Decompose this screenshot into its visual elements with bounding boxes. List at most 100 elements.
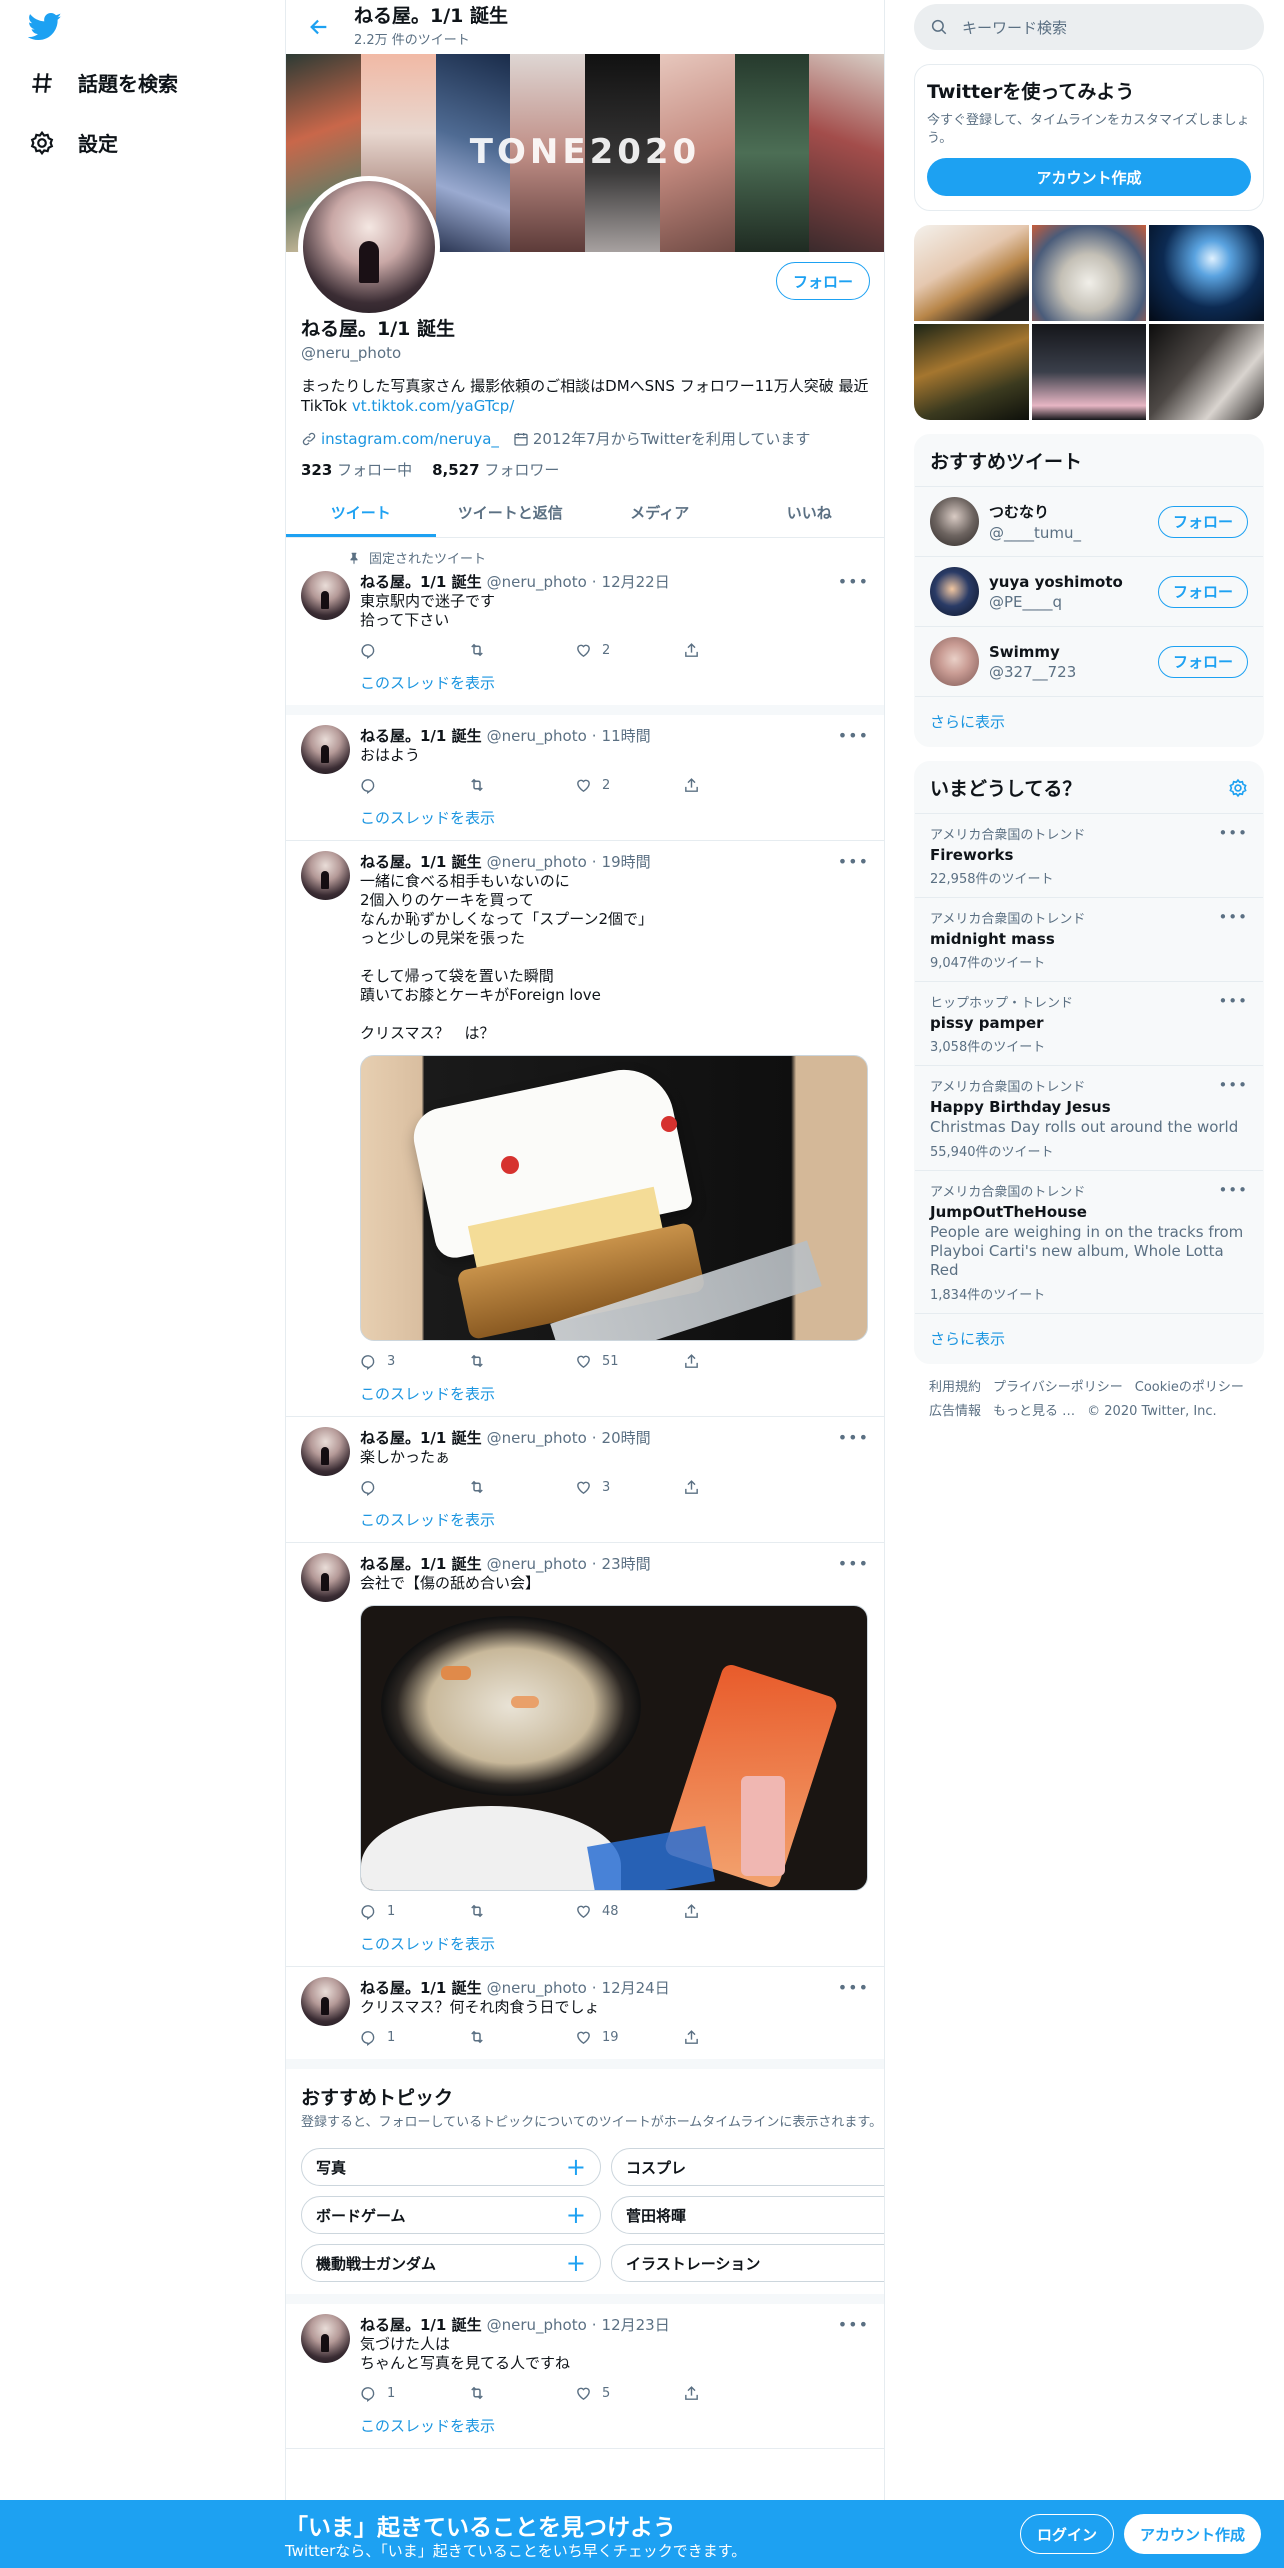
tweet-time[interactable]: 23時間 xyxy=(602,1553,651,1574)
more-icon[interactable]: ••• xyxy=(1218,1181,1248,1199)
avatar[interactable] xyxy=(930,497,979,546)
tweet-photo-hotpot[interactable] xyxy=(360,1605,868,1891)
retweet-button[interactable] xyxy=(468,2028,576,2046)
follow-button[interactable]: フォロー xyxy=(775,262,870,300)
more-icon[interactable]: ••• xyxy=(1218,908,1248,926)
tweet-item[interactable]: ねる屋。1/1 誕生 @neru_photo · 11時間 ••• おはよう 2 このス… xyxy=(286,715,884,841)
footer-more[interactable]: もっと見る … xyxy=(993,1400,1075,1424)
more-icon[interactable]: ••• xyxy=(1218,1076,1248,1094)
tweet-item[interactable]: ねる屋。1/1 誕生 @neru_photo · 19時間 ••• 一緒に食べる相手もい… xyxy=(286,841,884,1417)
nav-settings[interactable]: 設定 xyxy=(28,128,118,157)
topic-chip[interactable]: 機動戦士ガンダム + xyxy=(301,2244,601,2282)
media-thumbnail[interactable] xyxy=(1031,225,1147,321)
avatar[interactable] xyxy=(930,637,979,686)
share-button[interactable] xyxy=(683,1353,791,1370)
profile-avatar[interactable] xyxy=(298,176,440,318)
reply-button[interactable]: 1 xyxy=(360,2029,468,2046)
tweet-time[interactable]: 20時間 xyxy=(602,1427,651,1448)
retweet-button[interactable] xyxy=(468,2384,576,2402)
more-icon[interactable]: ••• xyxy=(838,852,869,871)
avatar[interactable] xyxy=(301,725,350,774)
plus-icon[interactable]: + xyxy=(566,2153,586,2181)
trend-item[interactable]: アメリカ合衆国のトレンド JumpOutTheHouse People are … xyxy=(915,1171,1263,1314)
tweet-author-name[interactable]: ねる屋。1/1 誕生 xyxy=(360,571,482,592)
more-icon[interactable]: ••• xyxy=(838,1978,869,1997)
followers-stat[interactable]: 8,527 フォロワー xyxy=(432,459,559,480)
tab-likes[interactable]: いいね xyxy=(735,488,885,537)
reply-button[interactable] xyxy=(360,777,468,794)
tweet-time[interactable]: 19時間 xyxy=(602,851,651,872)
topic-chip[interactable]: 菅田将暉 xyxy=(611,2196,884,2234)
show-thread-link[interactable]: このスレッドを表示 xyxy=(360,2415,869,2448)
media-thumbnail[interactable] xyxy=(1149,225,1264,321)
plus-icon[interactable]: + xyxy=(566,2201,586,2229)
website-link[interactable]: instagram.com/neruya_ xyxy=(321,430,499,448)
reply-button[interactable]: 3 xyxy=(360,1353,468,1370)
back-arrow-icon[interactable] xyxy=(304,12,334,42)
media-thumbnail[interactable] xyxy=(1149,324,1264,420)
profile-website[interactable]: instagram.com/neruya_ xyxy=(301,428,499,449)
retweet-button[interactable] xyxy=(468,1902,576,1920)
tweet-author-name[interactable]: ねる屋。1/1 誕生 xyxy=(360,1553,482,1574)
media-thumbnail[interactable] xyxy=(914,225,1029,321)
follow-button[interactable]: フォロー xyxy=(1157,505,1248,538)
more-icon[interactable]: ••• xyxy=(838,2315,869,2334)
create-account-button[interactable]: アカウント作成 xyxy=(927,158,1251,196)
show-more-link[interactable]: さらに表示 xyxy=(915,697,1263,746)
more-icon[interactable]: ••• xyxy=(838,726,869,745)
topic-chip[interactable]: イラストレーション xyxy=(611,2244,884,2282)
like-button[interactable]: 2 xyxy=(575,642,683,659)
retweet-button[interactable] xyxy=(468,641,576,659)
show-thread-link[interactable]: このスレッドを表示 xyxy=(360,1509,869,1542)
suggested-user[interactable]: yuya yoshimoto @PE____q フォロー xyxy=(915,557,1263,627)
avatar[interactable] xyxy=(930,567,979,616)
like-button[interactable]: 48 xyxy=(575,1903,683,1920)
more-icon[interactable]: ••• xyxy=(838,1428,869,1447)
tweet-author-name[interactable]: ねる屋。1/1 誕生 xyxy=(360,1427,482,1448)
tweet-item[interactable]: ねる屋。1/1 誕生 @neru_photo · 23時間 ••• 会社で【傷の舐め合い… xyxy=(286,1543,884,1967)
tab-tweets-replies[interactable]: ツイートと返信 xyxy=(436,488,586,537)
show-thread-link[interactable]: このスレッドを表示 xyxy=(360,672,869,705)
login-button[interactable]: ログイン xyxy=(1020,2514,1115,2554)
show-thread-link[interactable]: このスレッドを表示 xyxy=(360,807,869,840)
show-thread-link[interactable]: このスレッドを表示 xyxy=(360,1383,869,1416)
tweet-item[interactable]: 固定されたツイート ねる屋。1/1 誕生 @neru_photo · 12月22日 ••… xyxy=(286,538,884,715)
tweet-author-name[interactable]: ねる屋。1/1 誕生 xyxy=(360,725,482,746)
footer-cookies[interactable]: Cookieのポリシー xyxy=(1135,1376,1244,1400)
retweet-button[interactable] xyxy=(468,776,576,794)
tweet-photo-cake[interactable] xyxy=(360,1055,868,1341)
tweet-item[interactable]: ねる屋。1/1 誕生 @neru_photo · 12月24日 ••• クリスマス？何そ… xyxy=(286,1967,884,2069)
like-button[interactable]: 5 xyxy=(575,2385,683,2402)
avatar[interactable] xyxy=(301,1553,350,1602)
share-button[interactable] xyxy=(683,2385,791,2402)
tab-tweets[interactable]: ツイート xyxy=(286,488,436,537)
reply-button[interactable] xyxy=(360,642,468,659)
share-button[interactable] xyxy=(683,1903,791,1920)
like-button[interactable]: 2 xyxy=(575,777,683,794)
more-icon[interactable]: ••• xyxy=(838,572,869,591)
avatar[interactable] xyxy=(301,851,350,900)
signup-button[interactable]: アカウント作成 xyxy=(1124,2514,1262,2554)
show-thread-link[interactable]: このスレッドを表示 xyxy=(360,1933,869,1966)
topic-chip[interactable]: ボードゲーム + xyxy=(301,2196,601,2234)
reply-button[interactable]: 1 xyxy=(360,2385,468,2402)
tab-media[interactable]: メディア xyxy=(585,488,735,537)
search-input[interactable]: キーワード検索 xyxy=(914,4,1264,50)
tweet-item[interactable]: ねる屋。1/1 誕生 @neru_photo · 12月23日 ••• 気づけた人は ち… xyxy=(286,2304,884,2449)
media-thumbnail[interactable] xyxy=(1031,324,1147,420)
more-icon[interactable]: ••• xyxy=(838,1554,869,1573)
share-button[interactable] xyxy=(683,2029,791,2046)
tweet-author-name[interactable]: ねる屋。1/1 誕生 xyxy=(360,1977,482,1998)
following-stat[interactable]: 323 フォロー中 xyxy=(301,459,412,480)
show-more-trends-link[interactable]: さらに表示 xyxy=(915,1314,1263,1363)
suggested-user[interactable]: Swimmy @327__723 フォロー xyxy=(915,627,1263,697)
avatar[interactable] xyxy=(301,1977,350,2026)
footer-privacy[interactable]: プライバシーポリシー xyxy=(993,1376,1123,1400)
trend-item[interactable]: ヒップホップ・トレンド pissy pamper 3,058件のツイート ••• xyxy=(915,982,1263,1066)
media-thumbnail[interactable] xyxy=(914,324,1029,420)
tweet-time[interactable]: 12月23日 xyxy=(602,2314,670,2335)
suggested-user[interactable]: つむなり @____tumu_ フォロー xyxy=(915,487,1263,557)
avatar[interactable] xyxy=(301,571,350,620)
share-button[interactable] xyxy=(683,777,791,794)
nav-explore[interactable]: 話題を検索 xyxy=(28,68,178,97)
